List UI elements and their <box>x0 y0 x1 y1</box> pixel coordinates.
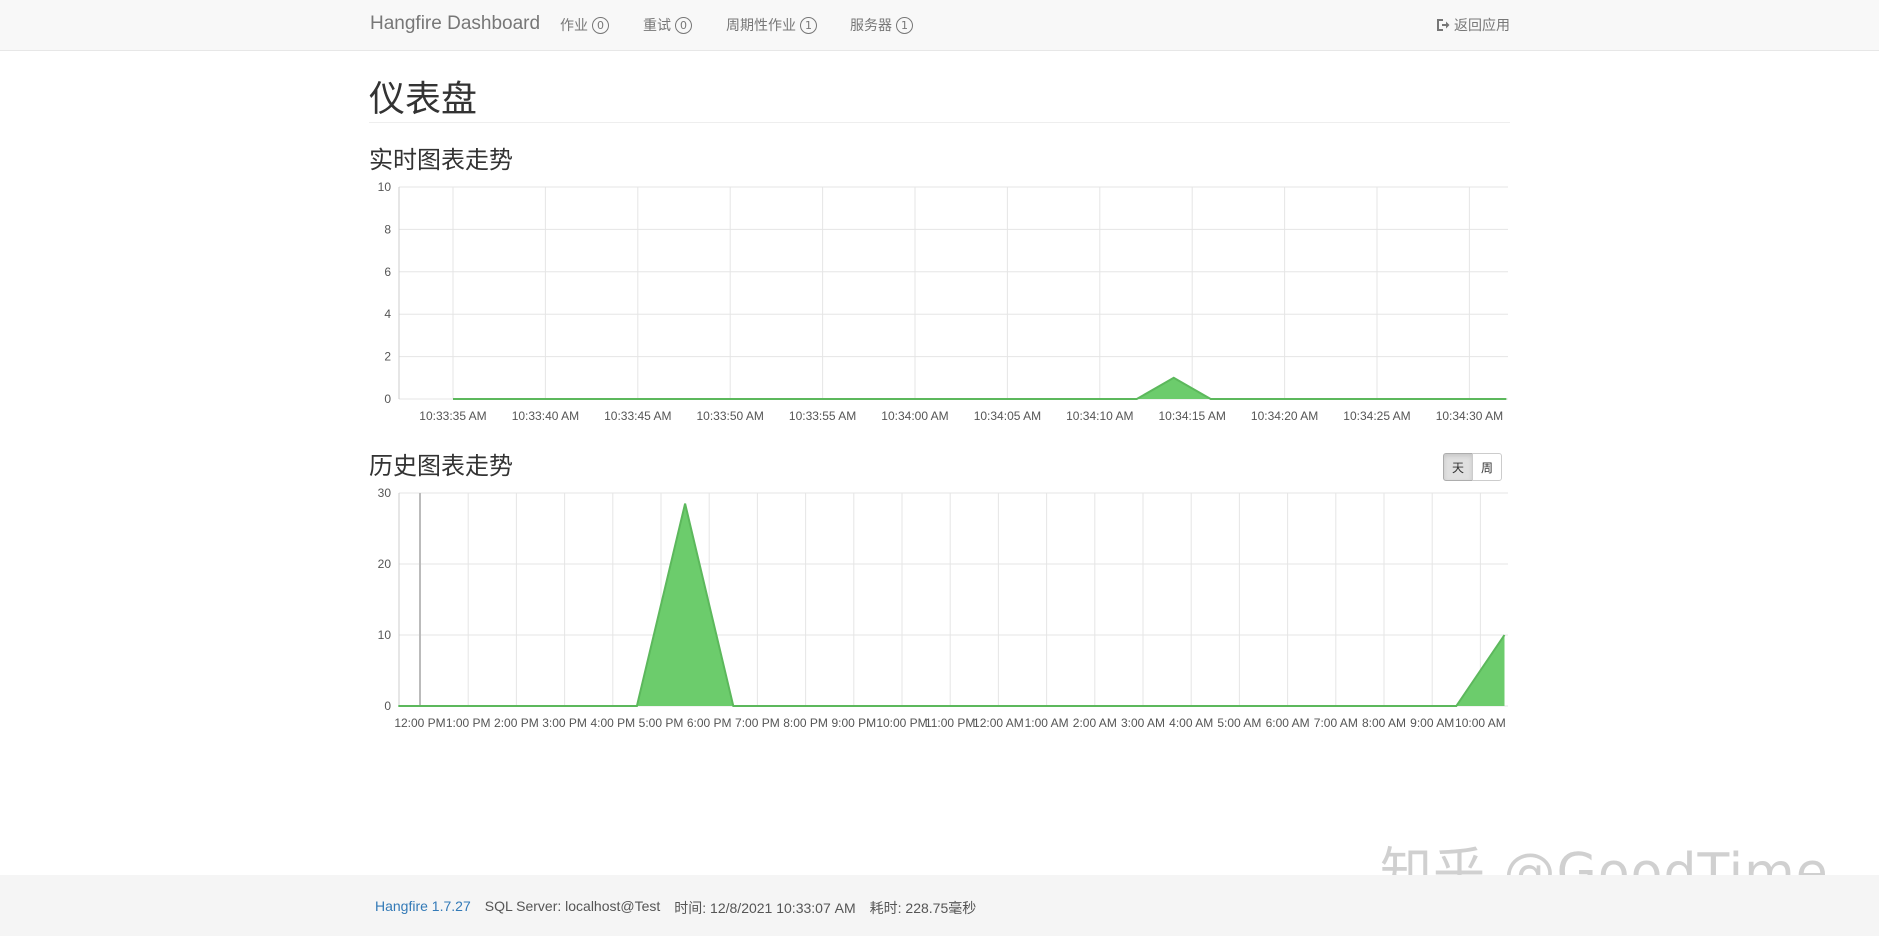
x-tick-label: 7:00 AM <box>1314 716 1358 730</box>
render-duration: 耗时: 228.75毫秒 <box>869 900 977 916</box>
version-link[interactable]: Hangfire 1.7.27 <box>375 898 471 918</box>
x-tick-label: 10:00 PM <box>876 716 927 730</box>
history-chart: 010203012:00 PM 1:00 PM 2:00 PM 3:00 PM 4:00… <box>378 486 1508 730</box>
x-tick-label: 12:00 PM <box>394 716 445 730</box>
x-tick-label: 2:00 PM <box>494 716 539 730</box>
x-tick-label: 8:00 PM <box>783 716 828 730</box>
x-tick-label: 2:00 AM <box>1073 716 1117 730</box>
y-tick-label: 0 <box>384 699 391 713</box>
generated-time: 时间: 12/8/2021 10:33:07 AM <box>674 900 856 916</box>
x-tick-label: 6:00 AM <box>1266 716 1310 730</box>
x-tick-label: 1:00 AM <box>1025 716 1069 730</box>
x-tick-label: 11:00 PM <box>925 716 975 730</box>
y-tick-label: 20 <box>378 557 392 571</box>
storage-info: SQL Server: localhost@Test <box>484 898 661 914</box>
x-tick-label: 1:00 PM <box>446 716 491 730</box>
x-tick-label: 3:00 PM <box>542 716 587 730</box>
x-tick-label: 5:00 PM <box>639 716 684 730</box>
x-tick-label: 5:00 AM <box>1217 716 1261 730</box>
x-tick-label: 4:00 AM <box>1169 716 1213 730</box>
x-tick-label: 9:00 PM <box>831 716 876 730</box>
y-tick-label: 30 <box>378 486 392 500</box>
x-tick-label: 9:00 AM <box>1410 716 1454 730</box>
x-tick-label: 6:00 PM <box>687 716 732 730</box>
x-tick-label: 7:00 PM <box>735 716 780 730</box>
x-tick-label: 10:00 AM <box>1455 716 1506 730</box>
x-tick-label: 8:00 AM <box>1362 716 1406 730</box>
y-tick-label: 10 <box>378 628 392 642</box>
x-tick-label: 4:00 PM <box>590 716 635 730</box>
x-tick-label: 3:00 AM <box>1121 716 1165 730</box>
x-tick-label: 12:00 AM <box>973 716 1024 730</box>
footer: Hangfire 1.7.27 SQL Server: localhost@Te… <box>0 875 1879 936</box>
